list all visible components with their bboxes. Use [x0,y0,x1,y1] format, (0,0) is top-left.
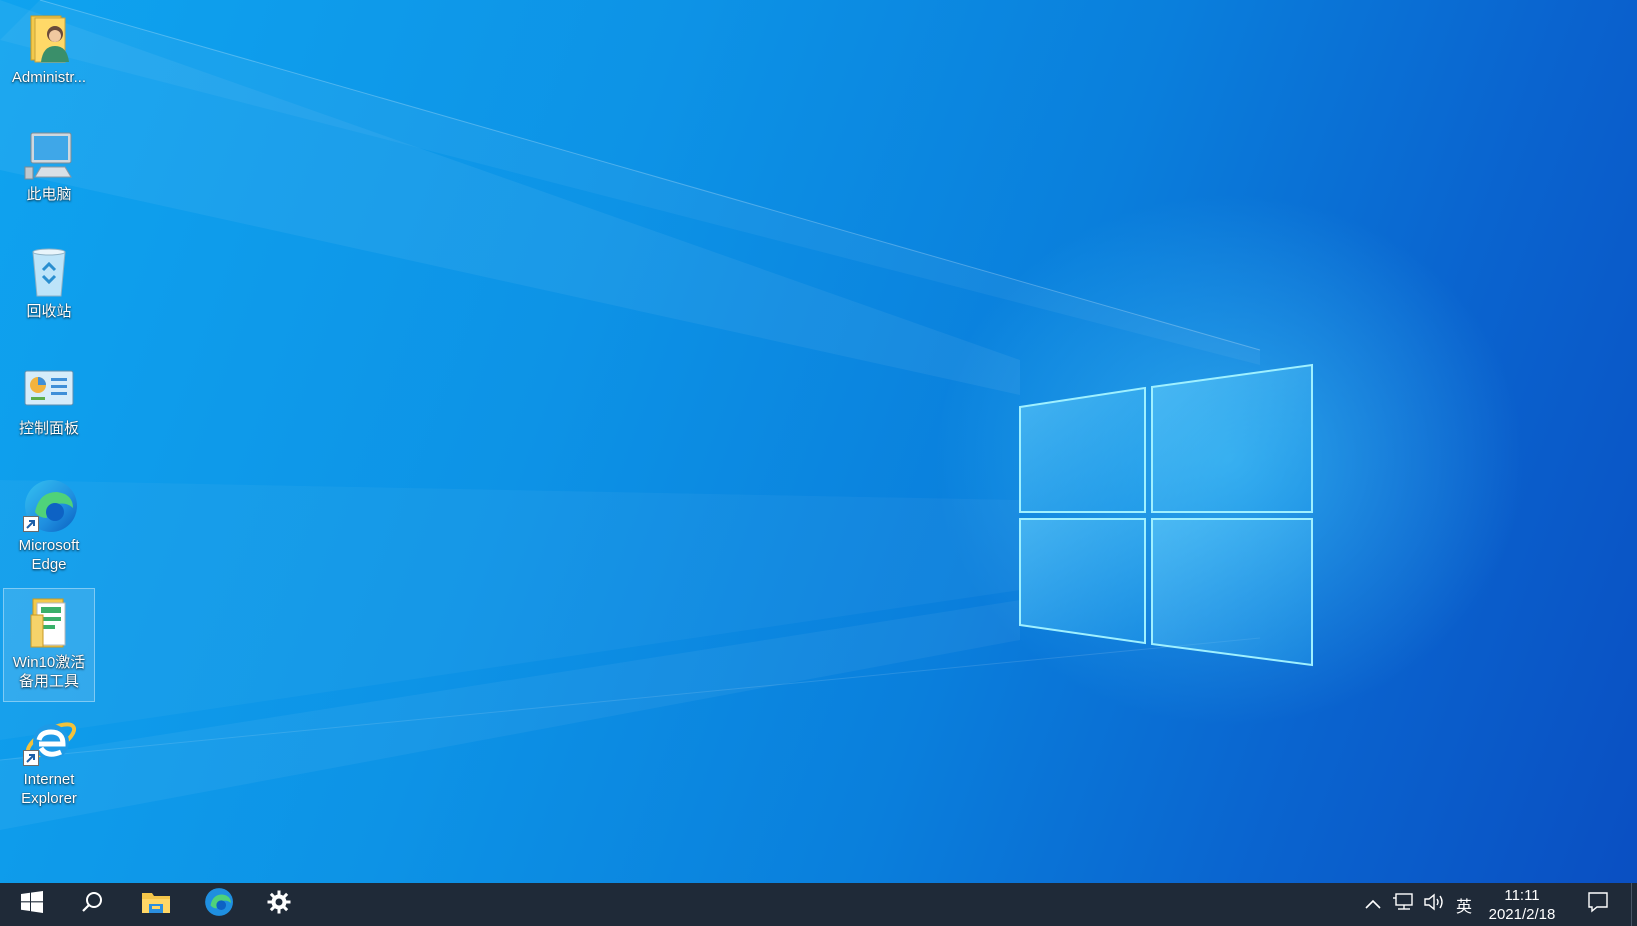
clock-time: 11:11 [1504,887,1540,904]
edge-icon [21,478,77,534]
show-hidden-icons-button[interactable] [1360,883,1386,926]
desktop-icon-microsoft-edge[interactable]: Microsoft Edge [4,472,94,584]
windows-logo-glass [1019,363,1313,667]
clock-date: 2021/2/18 [1488,906,1556,923]
desktop-icon-label: Microsoft Edge [18,537,80,573]
windows-logo-icon [21,891,43,918]
wallpaper-light-beams [0,0,1313,830]
desktop-icon-label: 控制面板 [18,420,79,437]
desktop-icon-label: Administr... [11,69,87,86]
desktop-icon-label: Win10激活备用工具 [12,654,86,690]
desktop[interactable]: Administr... 此电脑 回收站 控制面板 Microsoft Edge… [0,0,1637,883]
ie-icon [21,712,77,768]
volume-button[interactable] [1420,883,1448,926]
search-button[interactable] [63,883,121,926]
search-icon [81,891,103,918]
action-center-button[interactable] [1578,883,1618,926]
file-explorer-icon [141,889,171,920]
start-button[interactable] [3,883,61,926]
speaker-icon [1423,892,1445,917]
control-panel-icon [21,361,77,417]
desktop-icon-label: 此电脑 [26,186,72,203]
input-method-label: 英 [1455,896,1472,916]
gear-icon [267,890,291,919]
network-button[interactable] [1390,883,1418,926]
shortcut-arrow-icon [23,750,39,766]
desktop-icon-administrator[interactable]: Administr... [4,4,94,96]
folder-icon [21,595,77,651]
taskbar-settings-button[interactable] [250,883,308,926]
edge-icon [203,887,233,922]
computer-icon [21,127,77,183]
desktop-icon-label: 回收站 [26,303,72,320]
user-folder-icon [21,10,77,66]
desktop-icon-this-pc[interactable]: 此电脑 [4,121,94,213]
desktop-icon-control-panel[interactable]: 控制面板 [4,355,94,447]
notification-icon [1587,891,1609,918]
desktop-icon-internet-explorer[interactable]: Internet Explorer [4,706,94,818]
chevron-up-icon [1365,896,1381,914]
network-icon [1393,892,1415,917]
desktop-icon-win10-tool[interactable]: Win10激活备用工具 [3,588,95,702]
recycle-bin-icon [21,244,77,300]
taskbar-edge-button[interactable] [189,883,247,926]
clock[interactable]: 11:11 2021/2/18 [1478,886,1566,924]
show-desktop-button[interactable] [1631,883,1637,926]
taskbar-file-explorer-button[interactable] [127,883,185,926]
input-method-button[interactable]: 英 [1450,883,1478,926]
desktop-icon-label: Internet Explorer [21,771,77,807]
taskbar: 英 11:11 2021/2/18 [0,883,1637,926]
shortcut-arrow-icon [23,516,39,532]
desktop-icon-recycle-bin[interactable]: 回收站 [4,238,94,330]
